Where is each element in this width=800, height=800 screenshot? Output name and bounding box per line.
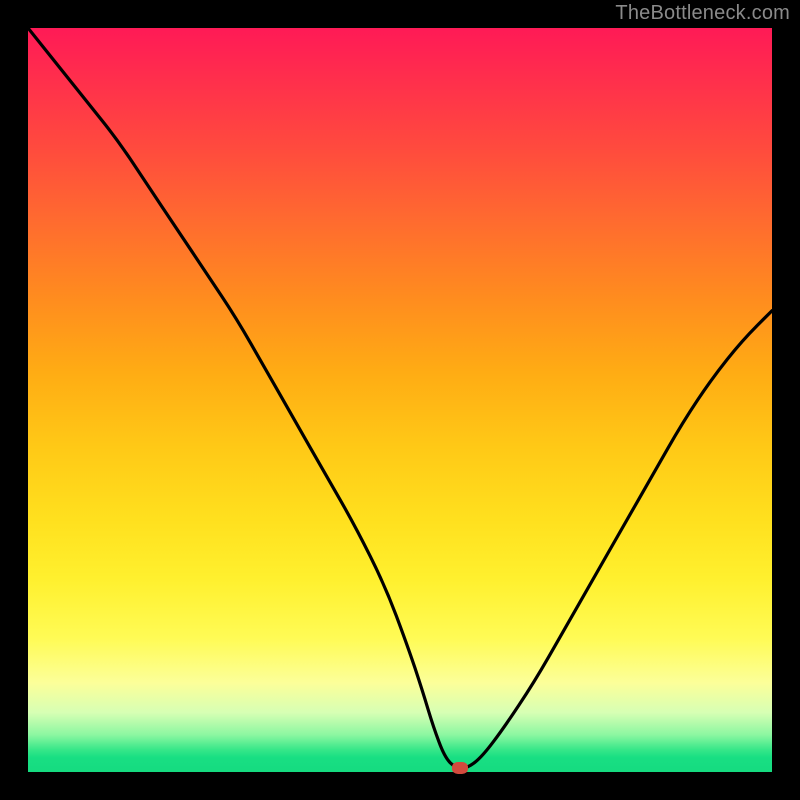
watermark-text: TheBottleneck.com — [615, 2, 790, 25]
plot-area — [28, 28, 772, 772]
curve-svg — [28, 28, 772, 772]
chart-frame: TheBottleneck.com — [0, 0, 800, 800]
curve-minimum-marker — [452, 762, 468, 774]
bottleneck-curve-path — [28, 28, 772, 768]
